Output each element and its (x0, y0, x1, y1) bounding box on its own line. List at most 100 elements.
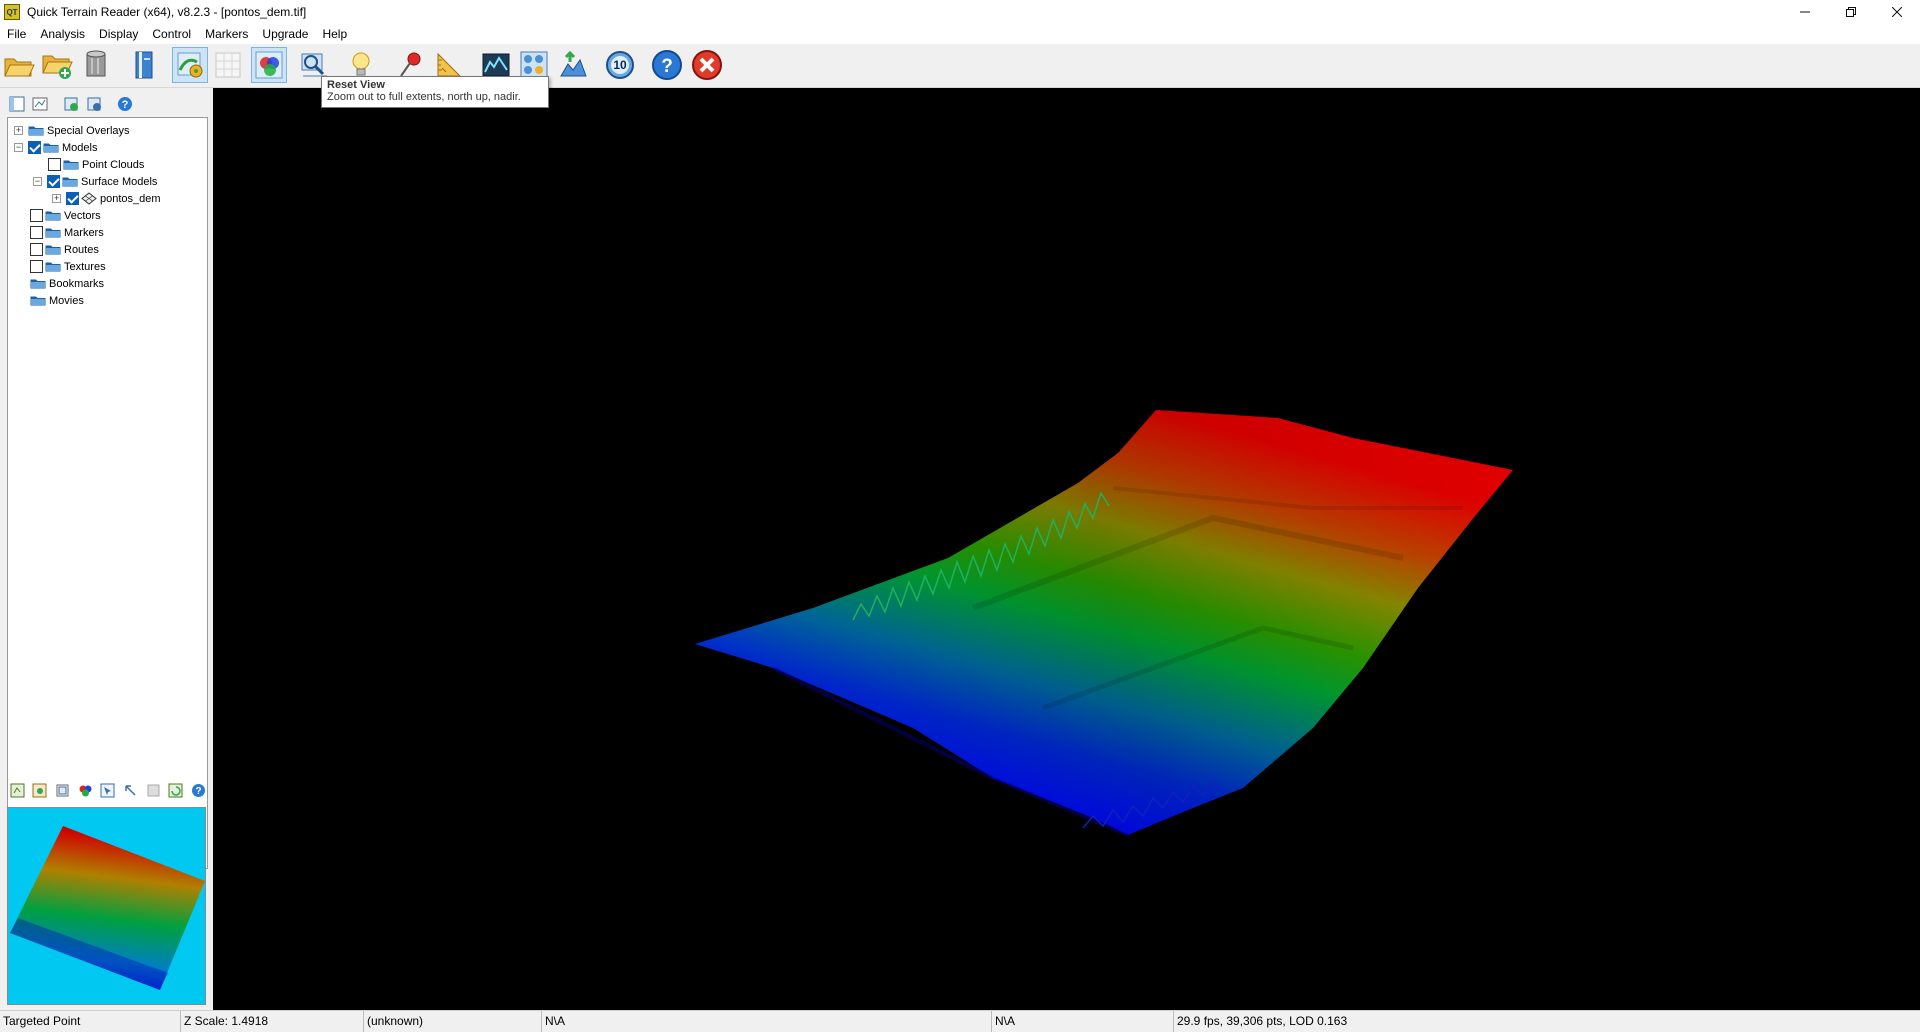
overview-toolbar: ? (7, 780, 210, 802)
minimize-button[interactable] (1782, 0, 1828, 24)
tree-label: Vectors (64, 209, 101, 222)
open-folder-icon[interactable] (1, 47, 37, 83)
surface-models-checkbox[interactable] (47, 175, 60, 188)
folder-icon (45, 245, 61, 255)
tree-node-point-clouds[interactable]: Point Clouds (48, 156, 144, 173)
overview-rgb-icon[interactable] (77, 782, 94, 799)
book-icon[interactable] (126, 47, 162, 83)
tree-label: Movies (49, 294, 84, 307)
sun-shade-icon[interactable] (555, 47, 591, 83)
tree-node-vectors[interactable]: Vectors (30, 207, 101, 224)
tree-label: Routes (64, 243, 99, 256)
status-z-scale: Z Scale: 1.4918 (181, 1011, 364, 1032)
pontos-dem-checkbox[interactable] (66, 192, 79, 205)
menu-analysis[interactable]: Analysis (33, 27, 92, 41)
close-window-button[interactable] (1874, 0, 1920, 24)
folder-icon (30, 279, 46, 289)
menu-control[interactable]: Control (145, 27, 198, 41)
grid-disabled-icon[interactable] (210, 47, 246, 83)
folder-icon (45, 228, 61, 238)
overview-map[interactable] (7, 807, 206, 1005)
layer-color-icon[interactable] (172, 47, 208, 83)
tree-label: Special Overlays (47, 124, 130, 137)
folder-icon (45, 262, 61, 272)
title-bar: QT Quick Terrain Reader (x64), v8.2.3 - … (0, 0, 1920, 24)
overview-help-icon[interactable]: ? (190, 782, 207, 799)
overview-terrain (10, 826, 205, 990)
menu-display[interactable]: Display (92, 27, 145, 41)
menu-help[interactable]: Help (315, 27, 354, 41)
menu-upgrade[interactable]: Upgrade (255, 27, 315, 41)
status-performance: 29.9 fps, 39,306 pts, LOD 0.163 (1177, 1014, 1348, 1028)
overview-disabled-icon[interactable] (145, 782, 162, 799)
tree-view-icon[interactable] (8, 95, 26, 113)
overview-cursor-icon[interactable] (99, 782, 116, 799)
reset-view-tooltip: Reset View Zoom out to full extents, nor… (321, 76, 549, 108)
models-checkbox[interactable] (28, 141, 41, 154)
collapse-icon[interactable]: − (33, 177, 42, 186)
tree-node-pontos-dem[interactable]: + pontos_dem (52, 190, 161, 207)
overview-add-icon[interactable] (9, 782, 26, 799)
tree-label: Textures (64, 260, 106, 273)
folder-icon (43, 143, 59, 153)
rgb-icon[interactable] (251, 47, 287, 83)
remove-layer-icon[interactable] (85, 95, 103, 113)
overview-copy-icon[interactable] (54, 782, 71, 799)
add-folder-icon[interactable] (39, 47, 75, 83)
expand-icon[interactable]: + (14, 126, 23, 135)
tree-node-markers[interactable]: Markers (30, 224, 104, 241)
window-title: Quick Terrain Reader (x64), v8.2.3 - [po… (27, 5, 307, 19)
properties-icon[interactable] (31, 95, 49, 113)
exit-icon[interactable] (689, 47, 725, 83)
tree-label: Point Clouds (82, 158, 145, 171)
status-coord-a: N\A (542, 1011, 992, 1032)
collapse-icon[interactable]: − (14, 143, 23, 152)
restore-button[interactable] (1828, 0, 1874, 24)
database-icon[interactable] (78, 47, 114, 83)
folder-icon (45, 211, 61, 221)
folder-icon (28, 126, 44, 136)
overview-pointer-icon[interactable] (122, 782, 139, 799)
status-targeted-point: Targeted Point (0, 1011, 181, 1032)
menu-markers[interactable]: Markers (198, 27, 255, 41)
tree-node-models[interactable]: − Models (14, 139, 97, 156)
folder-icon (63, 160, 79, 170)
surface-model-icon (81, 192, 97, 205)
panel-help-icon[interactable]: ? (116, 95, 134, 113)
overview-refresh-icon[interactable] (167, 782, 184, 799)
svg-text:?: ? (195, 786, 201, 797)
overview-layer-icon[interactable] (31, 782, 48, 799)
tree-node-routes[interactable]: Routes (30, 241, 99, 258)
tooltip-body: Zoom out to full extents, north up, nadi… (327, 91, 521, 103)
vectors-checkbox[interactable] (30, 209, 43, 222)
svg-text:?: ? (661, 56, 673, 77)
terrain-viewport[interactable] (213, 88, 1920, 1010)
textures-checkbox[interactable] (30, 260, 43, 273)
folder-icon (62, 177, 78, 187)
tooltip-title: Reset View (327, 79, 385, 91)
app-logo-icon: QT (4, 4, 20, 20)
tree-label: Surface Models (81, 175, 158, 188)
svg-text:?: ? (122, 99, 129, 111)
markers-checkbox[interactable] (30, 226, 43, 239)
tree-node-surface-models[interactable]: − Surface Models (33, 173, 157, 190)
tree-node-bookmarks[interactable]: Bookmarks (30, 275, 104, 292)
tree-node-movies[interactable]: Movies (30, 292, 84, 309)
counter-icon[interactable]: 10 (602, 47, 638, 83)
tree-node-special-overlays[interactable]: + Special Overlays (14, 122, 130, 139)
help-icon[interactable]: ? (649, 47, 685, 83)
tree-label: Markers (64, 226, 104, 239)
menu-file[interactable]: File (0, 27, 33, 41)
status-coord-b: N\A (992, 1011, 1174, 1032)
layers-panel: ? + Special Overlays − Models Point Clou… (0, 89, 213, 1010)
main-toolbar: 10 ? (0, 44, 1920, 88)
routes-checkbox[interactable] (30, 243, 43, 256)
counter-label: 10 (613, 58, 627, 72)
expand-icon[interactable]: + (52, 194, 61, 203)
point-clouds-checkbox[interactable] (48, 158, 61, 171)
terrain-surface-render (695, 410, 1513, 837)
tree-label: Models (62, 141, 98, 154)
add-layer-icon[interactable] (62, 95, 80, 113)
tree-label: pontos_dem (100, 192, 161, 205)
tree-node-textures[interactable]: Textures (30, 258, 106, 275)
